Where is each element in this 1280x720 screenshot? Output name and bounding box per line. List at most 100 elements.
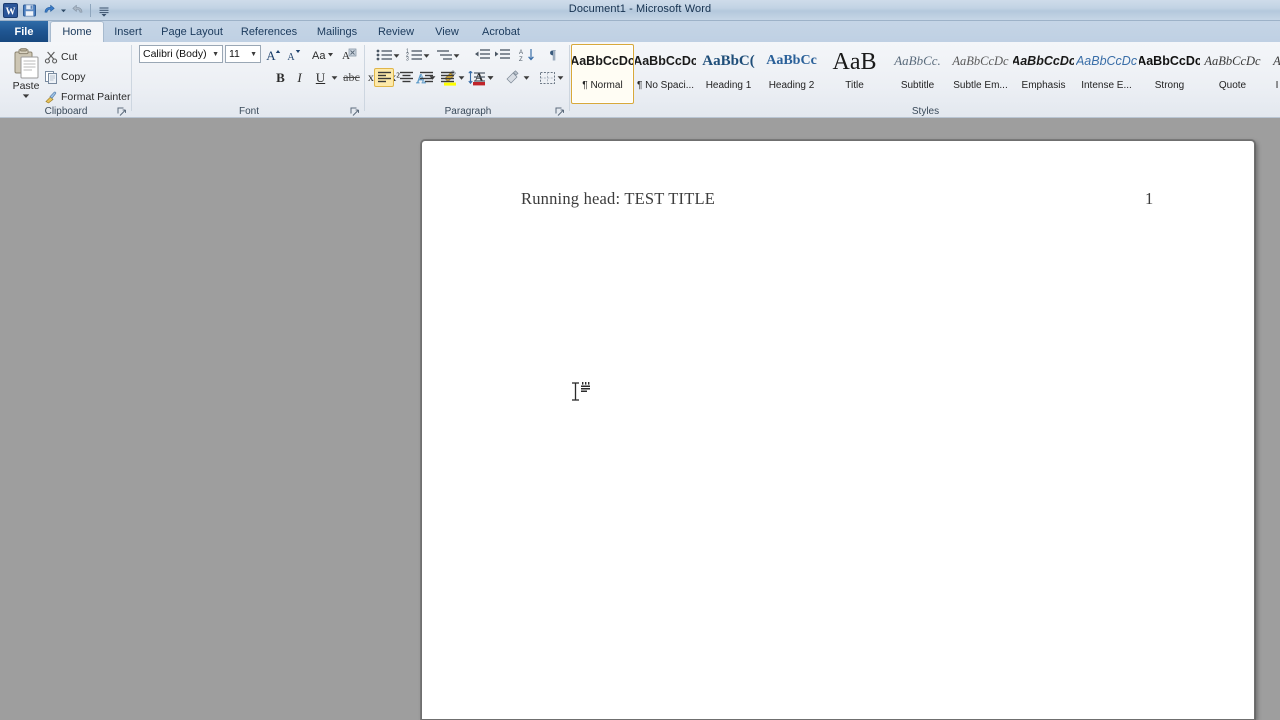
copy-icon: [44, 70, 58, 84]
line-spacing-icon: [468, 71, 486, 85]
style-item-strong[interactable]: AaBbCcDc Strong: [1138, 44, 1201, 104]
styles-gallery: AaBbCcDc ¶ Normal AaBbCcDc ¶ No Spaci...…: [571, 44, 1280, 106]
shrink-font-button[interactable]: A: [285, 45, 303, 63]
format-painter-button[interactable]: Format Painter: [44, 89, 130, 105]
align-center-icon: [399, 71, 414, 84]
font-dialog-launcher[interactable]: [348, 105, 359, 116]
document-page[interactable]: Running head: TEST TITLE 1: [421, 140, 1255, 720]
sort-button[interactable]: A Z: [517, 46, 537, 64]
style-item-heading-2[interactable]: AaBbCc Heading 2: [760, 44, 823, 104]
style-item-normal[interactable]: AaBbCcDc ¶ Normal: [571, 44, 634, 104]
style-label: Heading 1: [706, 80, 752, 91]
align-left-button[interactable]: [374, 68, 394, 87]
svg-text:3: 3: [406, 57, 409, 62]
style-item-heading-1[interactable]: AaBbC( Heading 1: [697, 44, 760, 104]
style-preview: AaBbCcDc: [1204, 50, 1260, 76]
chevron-down-icon[interactable]: ▼: [250, 51, 257, 58]
ribbon-body: Paste Cut: [0, 42, 1280, 118]
tab-insert[interactable]: Insert: [104, 21, 152, 42]
shading-dropdown-arrow-icon[interactable]: [523, 72, 532, 83]
paragraph-dialog-launcher[interactable]: [553, 105, 564, 116]
style-item-subtle-emphasis[interactable]: AaBbCcDc Subtle Em...: [949, 44, 1012, 104]
shading-button[interactable]: [502, 68, 524, 87]
font-name-input[interactable]: Calibri (Body) ▼: [139, 45, 223, 63]
align-right-button[interactable]: [416, 68, 436, 87]
underline-button[interactable]: U: [311, 68, 330, 87]
bullets-button[interactable]: [374, 46, 394, 64]
font-size-input[interactable]: 11 ▼: [225, 45, 261, 63]
tab-mailings[interactable]: Mailings: [306, 21, 368, 42]
tab-review[interactable]: Review: [368, 21, 424, 42]
group-clipboard: Paste Cut: [0, 42, 132, 118]
word-application-window: W: [0, 0, 1280, 720]
clipboard-dialog-launcher[interactable]: [115, 105, 126, 116]
style-label: ¶ Normal: [582, 80, 622, 91]
ribbon: File Home Insert Page Layout References …: [0, 21, 1280, 118]
document-canvas[interactable]: Running head: TEST TITLE 1: [0, 118, 1280, 720]
strikethrough-button[interactable]: abc: [341, 68, 362, 87]
numbering-dropdown-arrow-icon[interactable]: [423, 50, 432, 61]
decrease-indent-button[interactable]: [472, 46, 492, 64]
italic-button[interactable]: I: [290, 68, 309, 87]
style-item-subtitle[interactable]: AaBbCc. Subtitle: [886, 44, 949, 104]
style-preview: AaBbCcDc: [952, 50, 1008, 76]
borders-button[interactable]: [536, 68, 558, 87]
style-item-intense-emphasis[interactable]: AaBbCcDc Intense E...: [1075, 44, 1138, 104]
style-label: Quote: [1219, 80, 1246, 91]
style-preview: AaBbCcDc: [634, 50, 697, 76]
style-item-quote[interactable]: AaBbCcDc Quote: [1201, 44, 1264, 104]
copy-button[interactable]: Copy: [44, 69, 86, 85]
font-name-value: Calibri (Body): [143, 48, 207, 60]
tab-references[interactable]: References: [232, 21, 306, 42]
cut-button[interactable]: Cut: [44, 49, 77, 65]
svg-text:Z: Z: [519, 57, 523, 63]
paste-button[interactable]: Paste: [6, 46, 46, 108]
bold-button[interactable]: B: [271, 68, 290, 87]
paste-label: Paste: [13, 80, 40, 92]
style-item-emphasis[interactable]: AaBbCcDc Emphasis: [1012, 44, 1075, 104]
tab-page-layout[interactable]: Page Layout: [152, 21, 232, 42]
increase-indent-button[interactable]: [492, 46, 512, 64]
font-group-label: Font: [133, 106, 365, 117]
tab-acrobat[interactable]: Acrobat: [470, 21, 532, 42]
svg-text:A: A: [287, 52, 295, 62]
multilevel-list-button[interactable]: [434, 46, 454, 64]
mouse-cursor-ibeam-icon: [569, 380, 599, 408]
cut-label: Cut: [61, 51, 77, 63]
scissors-icon: [44, 50, 58, 64]
bullets-dropdown-arrow-icon[interactable]: [393, 50, 402, 61]
grow-font-button[interactable]: A: [265, 45, 283, 63]
chevron-down-icon[interactable]: ▼: [212, 51, 219, 58]
style-preview: AaBbCcDc: [571, 50, 634, 76]
bullets-icon: [376, 48, 393, 62]
borders-dropdown-arrow-icon[interactable]: [557, 72, 566, 83]
style-label: Heading 2: [769, 80, 815, 91]
justify-button[interactable]: [437, 68, 457, 87]
tab-file[interactable]: File: [0, 21, 48, 42]
ribbon-tab-strip: File Home Insert Page Layout References …: [0, 21, 1280, 42]
style-item-title[interactable]: AaB Title: [823, 44, 886, 104]
numbering-button[interactable]: 123: [404, 46, 424, 64]
shrink-font-icon: A: [286, 47, 302, 62]
style-item-next-partial[interactable]: A I: [1264, 44, 1280, 104]
justify-icon: [440, 71, 455, 84]
align-center-button[interactable]: [396, 68, 416, 87]
font-size-value: 11: [229, 48, 240, 60]
tab-view[interactable]: View: [424, 21, 470, 42]
decrease-indent-icon: [474, 48, 491, 62]
clear-formatting-button[interactable]: A: [340, 45, 359, 63]
style-label: Title: [845, 80, 864, 91]
multilevel-dropdown-arrow-icon[interactable]: [453, 50, 462, 61]
paste-dropdown-arrow-icon: [22, 93, 30, 99]
underline-dropdown-arrow-icon[interactable]: [330, 72, 339, 83]
increase-indent-icon: [494, 48, 511, 62]
show-formatting-marks-button[interactable]: ¶: [543, 46, 563, 64]
line-spacing-dropdown-arrow-icon[interactable]: [487, 72, 496, 83]
style-item-no-spacing[interactable]: AaBbCcDc ¶ No Spaci...: [634, 44, 697, 104]
line-spacing-button[interactable]: [466, 68, 488, 87]
style-label: Intense E...: [1081, 80, 1132, 91]
change-case-button[interactable]: Aa: [309, 45, 335, 63]
window-title: Document1 - Microsoft Word: [0, 3, 1280, 15]
tab-home[interactable]: Home: [50, 21, 104, 42]
style-preview: AaBbCcDc: [1076, 50, 1137, 76]
